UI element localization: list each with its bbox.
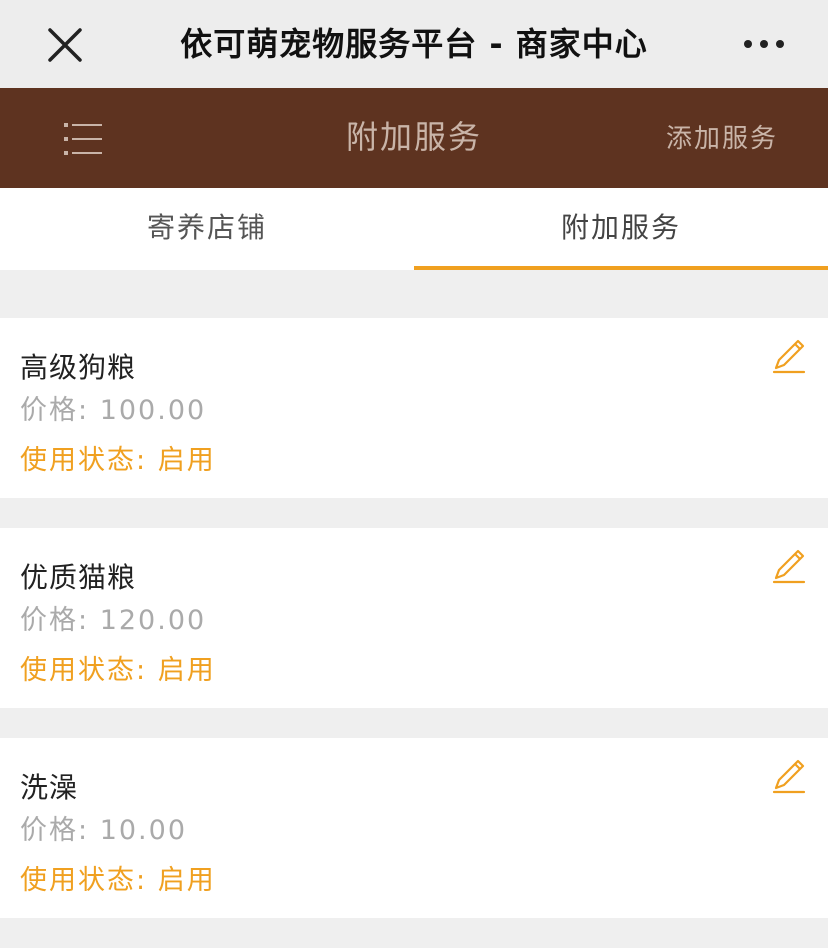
service-name: 优质猫粮	[20, 561, 137, 594]
top-bar: 依可萌宠物服务平台 - 商家中心	[0, 0, 828, 88]
tab-extra-services[interactable]: 附加服务	[414, 188, 828, 270]
service-price: 价格: 10.00	[20, 808, 187, 847]
edit-icon[interactable]	[768, 756, 808, 796]
status-value: 启用	[157, 865, 216, 896]
status-label: 使用状态:	[20, 445, 148, 476]
service-price: 价格: 100.00	[20, 388, 206, 427]
tab-bar: 寄养店铺 附加服务	[0, 188, 828, 270]
more-icon[interactable]	[744, 36, 784, 52]
status-value: 启用	[157, 445, 216, 476]
list-item: 洗澡 价格: 10.00 使用状态: 启用	[0, 738, 828, 918]
list-item: 高级狗粮 价格: 100.00 使用状态: 启用	[0, 318, 828, 498]
list-item: 优质猫粮 价格: 120.00 使用状态: 启用	[0, 528, 828, 708]
page-header: 附加服务 添加服务	[0, 88, 828, 188]
price-label: 价格:	[20, 815, 90, 846]
status-value: 启用	[157, 655, 216, 686]
price-label: 价格:	[20, 605, 90, 636]
price-value: 120.00	[99, 605, 207, 636]
service-status: 使用状态: 启用	[20, 438, 216, 477]
edit-icon[interactable]	[768, 336, 808, 376]
service-status: 使用状态: 启用	[20, 858, 216, 897]
price-value: 100.00	[99, 395, 207, 426]
price-value: 10.00	[99, 815, 187, 846]
status-label: 使用状态:	[20, 655, 148, 686]
service-status: 使用状态: 启用	[20, 648, 216, 687]
service-name: 洗澡	[20, 771, 79, 804]
tab-boarding-store[interactable]: 寄养店铺	[0, 188, 414, 270]
price-label: 价格:	[20, 395, 90, 426]
add-service-button[interactable]: 添加服务	[666, 88, 778, 188]
service-list: 高级狗粮 价格: 100.00 使用状态: 启用 优质猫粮 价格: 120.00…	[0, 318, 828, 948]
status-label: 使用状态:	[20, 865, 148, 896]
service-name: 高级狗粮	[20, 351, 137, 384]
service-price: 价格: 120.00	[20, 598, 206, 637]
window-title: 依可萌宠物服务平台 - 商家中心	[180, 25, 648, 63]
edit-icon[interactable]	[768, 546, 808, 586]
